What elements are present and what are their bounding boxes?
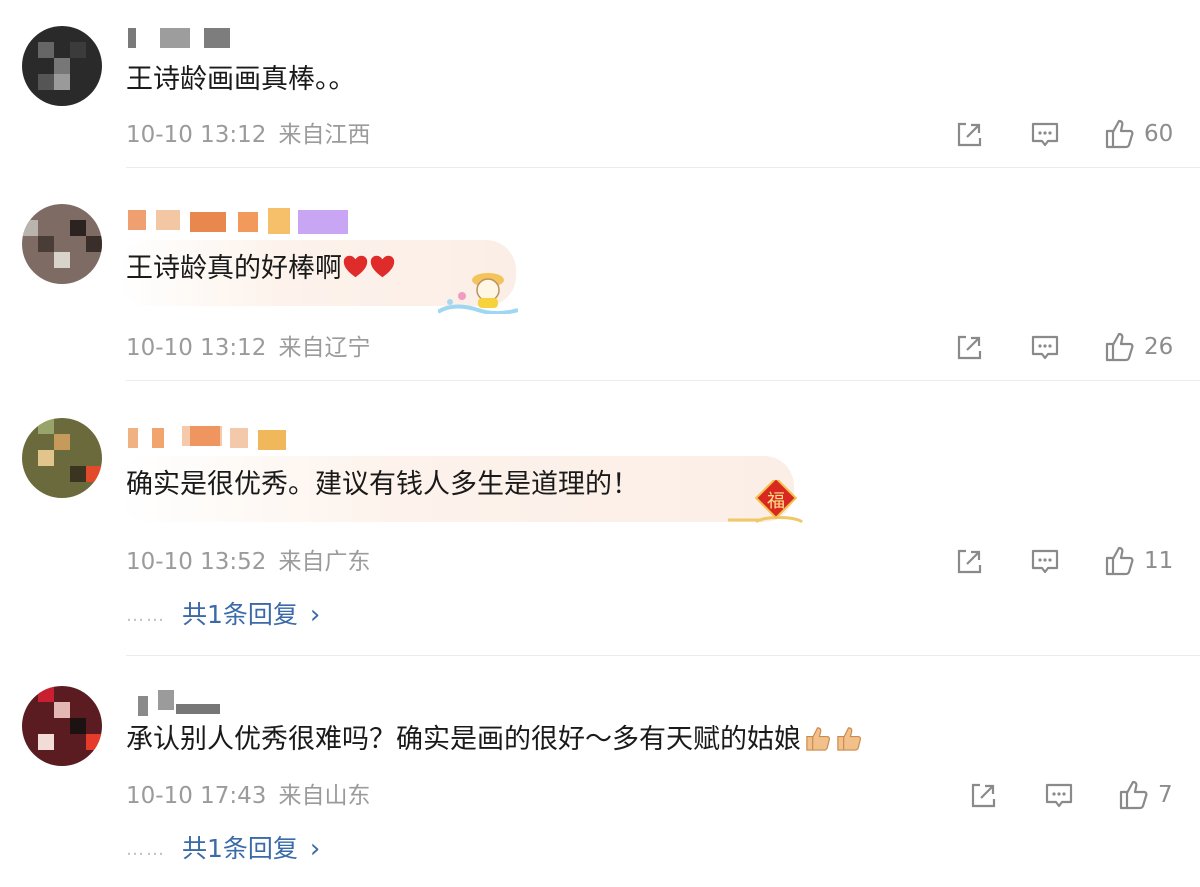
username[interactable] [128, 424, 298, 450]
comment-button[interactable] [1030, 120, 1060, 150]
reply-dots: …… [126, 605, 166, 626]
comment-time: 10-10 13:12 [126, 122, 267, 148]
username[interactable] [128, 24, 238, 48]
cartoon-sticker-icon [438, 273, 518, 314]
chevron-right-icon: › [309, 834, 321, 864]
like-button[interactable]: 7 [1118, 779, 1173, 811]
share-button[interactable] [954, 547, 984, 577]
comment-time: 10-10 17:43 [126, 783, 267, 809]
username[interactable] [128, 690, 238, 716]
like-count: 7 [1158, 782, 1173, 808]
comment-meta: 10-10 13:12 来自江西 [126, 120, 370, 150]
username[interactable] [128, 208, 358, 234]
like-count: 11 [1144, 548, 1174, 574]
reply-count-label: 共1条回复 [182, 600, 298, 629]
comment-text: 承认别人优秀很难吗？确实是画的很好～多有天赋的姑娘 [126, 721, 863, 759]
like-button[interactable]: 26 [1104, 331, 1173, 363]
fu-character: 福 [767, 491, 785, 512]
reply-dots: …… [126, 839, 166, 860]
like-icon [1105, 119, 1134, 149]
like-icon [1105, 546, 1134, 576]
reply-count-label: 共1条回复 [182, 834, 298, 863]
view-replies-link[interactable]: …… 共1条回复 › [126, 599, 320, 632]
share-icon [957, 549, 982, 574]
share-button[interactable] [968, 781, 998, 811]
share-icon [957, 335, 982, 360]
comment-text: 王诗龄真的好棒啊 [126, 250, 396, 288]
like-count: 26 [1144, 334, 1174, 360]
comment-time: 10-10 13:52 [126, 549, 267, 575]
comment-button[interactable] [1030, 547, 1060, 577]
like-icon [1105, 332, 1134, 362]
avatar[interactable] [22, 204, 102, 284]
comment-time: 10-10 13:12 [126, 335, 267, 361]
comment-location: 来自广东 [278, 549, 371, 575]
divider [126, 167, 1200, 168]
chevron-right-icon: › [309, 600, 321, 630]
avatar[interactable] [22, 418, 102, 498]
share-icon [957, 122, 982, 147]
comment-location: 来自江西 [278, 122, 371, 148]
comment-text: 王诗龄画画真棒。。 [126, 64, 356, 95]
like-icon [1119, 780, 1148, 810]
heart-emoji-icon [370, 255, 395, 278]
heart-emoji-icon [343, 255, 368, 278]
comment-icon [1031, 549, 1059, 574]
avatar[interactable] [22, 686, 102, 766]
like-count: 60 [1144, 121, 1174, 147]
comment-meta: 10-10 13:12 来自辽宁 [126, 333, 370, 363]
like-button[interactable]: 60 [1104, 118, 1173, 150]
comment-meta: 10-10 17:43 来自山东 [126, 781, 370, 811]
comment-text: 确实是很优秀。建议有钱人多生是道理的！ [126, 469, 639, 500]
share-button[interactable] [954, 333, 984, 363]
share-icon [971, 783, 996, 808]
comment-icon [1031, 122, 1059, 147]
thumbs-up-emoji-icon [806, 727, 831, 751]
comment-button[interactable] [1030, 333, 1060, 363]
divider [126, 655, 1200, 656]
comment-location: 来自山东 [278, 783, 371, 809]
like-button[interactable]: 11 [1104, 545, 1173, 577]
fu-sticker-icon: 福 [728, 480, 804, 524]
avatar[interactable] [22, 26, 102, 106]
comment-icon [1031, 335, 1059, 360]
comment-meta: 10-10 13:52 来自广东 [126, 547, 370, 577]
divider [126, 380, 1200, 381]
comment-button[interactable] [1044, 781, 1074, 811]
comment-location: 来自辽宁 [278, 335, 371, 361]
share-button[interactable] [954, 120, 984, 150]
thumbs-up-emoji-icon [837, 727, 862, 751]
comment-icon [1045, 783, 1073, 808]
view-replies-link[interactable]: …… 共1条回复 › [126, 833, 320, 866]
